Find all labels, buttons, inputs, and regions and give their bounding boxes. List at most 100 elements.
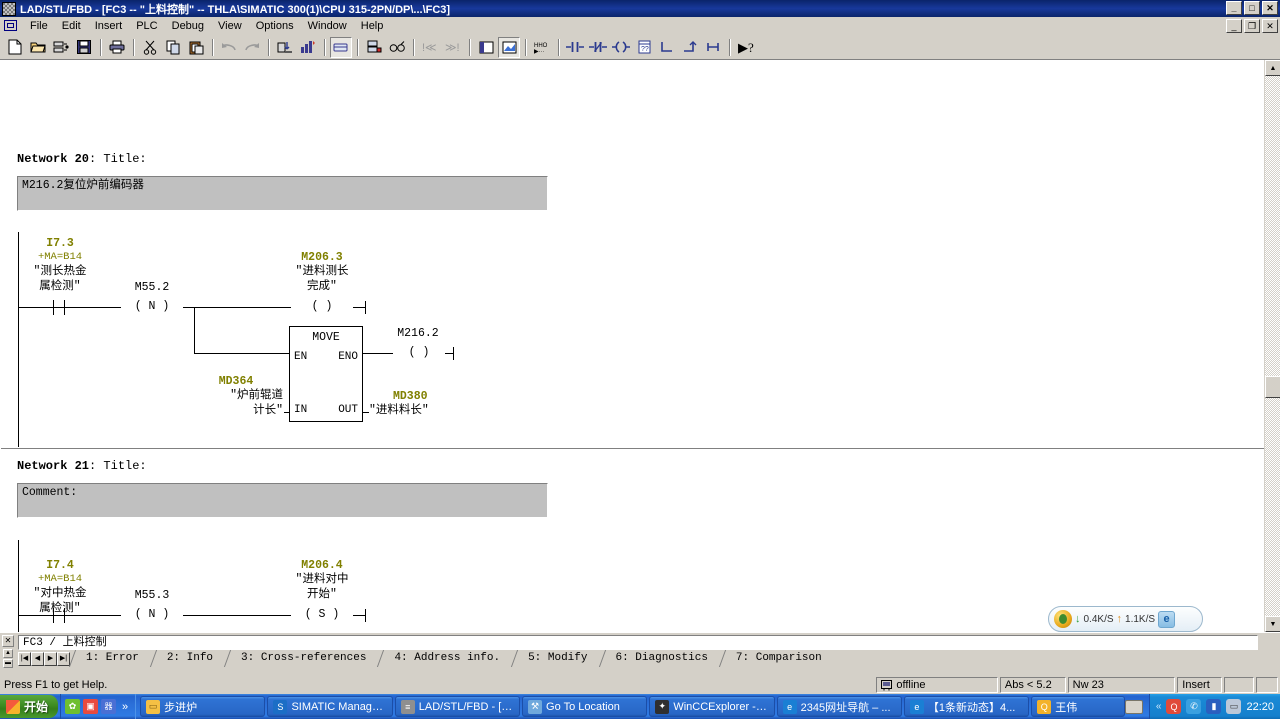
detail-collapse-button[interactable]: ▬	[3, 659, 13, 668]
branch-open-button[interactable]	[656, 37, 678, 58]
tab-info[interactable]: 2: Info	[151, 650, 225, 667]
task-label: SIMATIC Manager...	[291, 700, 387, 713]
new-document-button[interactable]	[4, 37, 26, 58]
tab-cross-references[interactable]: 3: Cross-references	[225, 650, 378, 667]
paste-button[interactable]	[185, 37, 207, 58]
coil-symbol-line2-m2063: 完成"	[307, 280, 337, 293]
menu-insert[interactable]: Insert	[88, 18, 130, 34]
tab-address-info[interactable]: 4: Address info.	[378, 650, 512, 667]
task-label: 【1条新动态】4...	[927, 701, 1016, 714]
contact-overlay-i73: +MA=B14	[37, 251, 83, 263]
menu-file[interactable]: File	[23, 18, 55, 34]
scroll-thumb[interactable]	[1265, 376, 1280, 398]
close-button[interactable]: ✕	[1262, 1, 1278, 15]
contact-symbol-line2-i73: 属检测"	[39, 280, 81, 293]
tab-comparison[interactable]: 7: Comparison	[720, 650, 834, 667]
no-contact-button[interactable]	[564, 37, 586, 58]
svg-text:!≪: !≪	[422, 42, 437, 54]
quicklaunch-item-3-icon[interactable]: 器	[101, 699, 117, 714]
move-out-symbol: "进料料长"	[369, 404, 429, 417]
network-overview-button[interactable]: HHO ▶···	[531, 37, 553, 58]
copy-button[interactable]	[162, 37, 184, 58]
tab-next-button[interactable]: ▶	[44, 652, 57, 666]
monitor-button[interactable]	[297, 37, 319, 58]
minimize-button[interactable]: _	[1226, 1, 1242, 15]
cut-button[interactable]	[139, 37, 161, 58]
branch-parallel-button[interactable]	[702, 37, 724, 58]
open-online-button[interactable]	[50, 37, 72, 58]
tab-modify[interactable]: 5: Modify	[512, 650, 599, 667]
redo-button[interactable]	[241, 37, 263, 58]
menu-edit[interactable]: Edit	[55, 18, 88, 34]
output-coil-button[interactable]	[610, 37, 632, 58]
menu-window[interactable]: Window	[301, 18, 354, 34]
task-button-go-to-location[interactable]: ⚒ Go To Location	[522, 696, 648, 717]
tab-first-button[interactable]: |◀	[18, 652, 31, 666]
tab-diagnostics[interactable]: 6: Diagnostics	[600, 650, 720, 667]
browser-icon[interactable]: e	[1158, 610, 1176, 628]
mdi-minimize-button[interactable]: _	[1226, 19, 1242, 33]
menu-help[interactable]: Help	[354, 18, 391, 34]
branch-close-button[interactable]	[679, 37, 701, 58]
qq-tray-icon[interactable]: Q	[1166, 699, 1182, 714]
quicklaunch-overflow-icon[interactable]: »	[119, 701, 131, 713]
save-button[interactable]	[73, 37, 95, 58]
task-button-wincc-explorer[interactable]: ✦ WinCCExplorer - C...	[649, 696, 775, 717]
symbol-table-button[interactable]	[363, 37, 385, 58]
undo-button[interactable]	[218, 37, 240, 58]
tray-clock[interactable]: 22:20	[1246, 701, 1274, 713]
mdi-system-icon[interactable]	[4, 20, 17, 31]
tab-error[interactable]: 1: Error	[70, 650, 151, 667]
menu-view[interactable]: View	[211, 18, 249, 34]
insert-network-button[interactable]	[330, 36, 352, 58]
task-button-lad-stl-fbd[interactable]: ≡ LAD/STL/FBD - [F...	[394, 696, 521, 717]
task-button-qq-wangwei[interactable]: Q 王伟	[1031, 696, 1125, 717]
network-20-comment[interactable]: M216.2复位炉前编码器	[17, 176, 548, 211]
open-folder-button[interactable]	[27, 37, 49, 58]
task-button-2345-navigation[interactable]: e 2345网址导航 – ...	[776, 696, 902, 717]
menu-options[interactable]: Options	[249, 18, 301, 34]
nc-contact-button[interactable]	[587, 37, 609, 58]
monitor-tray-icon[interactable]: ▭	[1226, 699, 1242, 714]
detail-close-button[interactable]: ✕	[2, 635, 14, 647]
ladder-editor-canvas[interactable]: Network 20: Title: M216.2复位炉前编码器 I7.3 +M…	[0, 60, 1264, 632]
scroll-up-button[interactable]: ▲	[1265, 60, 1280, 76]
menu-plc[interactable]: PLC	[129, 18, 164, 34]
task-button-news-update[interactable]: e 【1条新动态】4...	[903, 696, 1030, 717]
symbolic-representation-button[interactable]	[386, 37, 408, 58]
status-bar: Press F1 to get Help. offline Abs < 5.2 …	[0, 676, 1280, 694]
detail-expand-button[interactable]: ▲	[3, 649, 13, 658]
menu-debug[interactable]: Debug	[165, 18, 211, 34]
network-speed-widget[interactable]: ↓ 0.4K/S ↑ 1.1K/S e	[1048, 606, 1203, 632]
goto-previous-error-button[interactable]: !≪	[419, 37, 441, 58]
start-button[interactable]: 开始	[0, 695, 59, 718]
quicklaunch-item-1-icon[interactable]: ✿	[65, 699, 81, 714]
usb-tray-icon[interactable]: ▮	[1206, 699, 1222, 714]
toolbar-separator	[98, 38, 104, 57]
mdi-restore-button[interactable]: ❐	[1244, 19, 1260, 33]
print-button[interactable]	[106, 37, 128, 58]
printer-icon[interactable]	[1124, 699, 1143, 714]
messenger-tray-icon[interactable]: ✆	[1186, 699, 1202, 714]
tab-prev-button[interactable]: ◀	[31, 652, 44, 666]
detail-view-button[interactable]	[498, 36, 520, 58]
task-button-simatic-manager[interactable]: S SIMATIC Manager...	[267, 696, 393, 717]
quicklaunch-item-2-icon[interactable]: ▣	[83, 699, 99, 714]
overviews-button[interactable]	[475, 37, 497, 58]
detail-pane: ✕ ▲ ▬ FC3 / 上料控制 |◀ ◀ ▶ ▶| 1: Error 2: I…	[0, 632, 1280, 676]
maximize-button[interactable]: □	[1244, 1, 1260, 15]
tab-last-button[interactable]: ▶|	[57, 652, 70, 666]
mdi-close-button[interactable]: ✕	[1262, 19, 1278, 33]
context-help-button[interactable]: ▶?	[735, 37, 757, 58]
tray-expand-icon[interactable]: «	[1156, 701, 1162, 712]
toolbar-separator	[411, 38, 417, 57]
network-21-comment[interactable]: Comment:	[17, 483, 548, 518]
editor-vertical-scrollbar[interactable]: ▲ ▼	[1264, 60, 1280, 632]
fb-box-button[interactable]: ??	[633, 37, 655, 58]
move-function-block[interactable]: MOVE EN ENO IN OUT	[289, 326, 363, 422]
goto-next-error-button[interactable]: ≫!	[442, 37, 464, 58]
scroll-down-button[interactable]: ▼	[1265, 616, 1280, 632]
contact-bar-right-2	[64, 608, 65, 623]
task-button-stepping-furnace[interactable]: ▭ 步进炉	[140, 696, 266, 717]
download-button[interactable]	[274, 37, 296, 58]
